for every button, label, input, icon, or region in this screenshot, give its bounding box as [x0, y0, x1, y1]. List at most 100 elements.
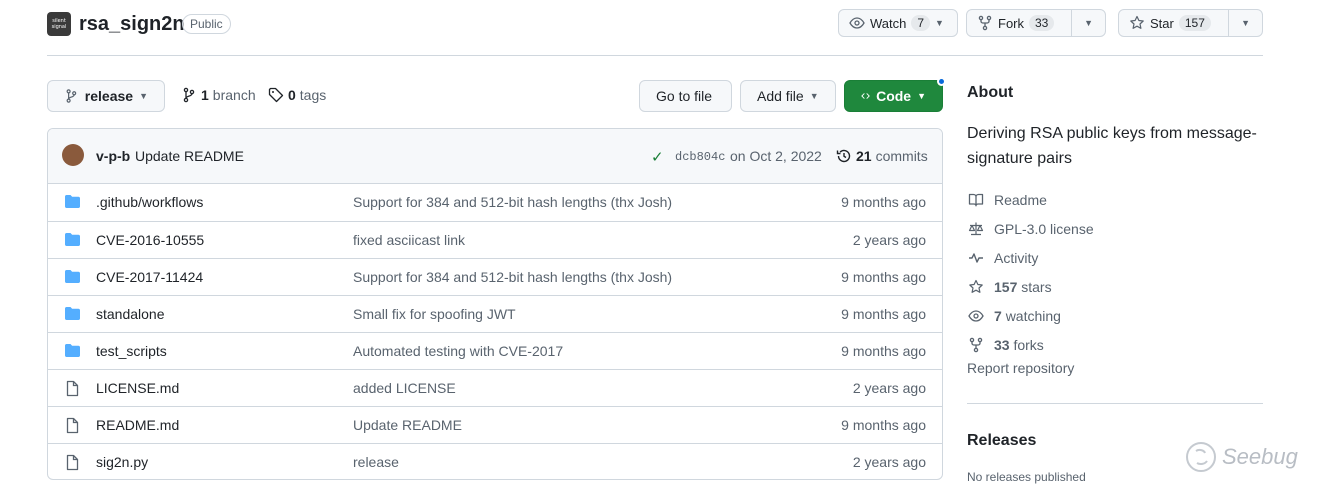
about-item-count: 157: [994, 278, 1018, 295]
about-item-text: forks: [1013, 336, 1044, 353]
file-commit-age: 9 months ago: [841, 269, 926, 285]
file-name-link[interactable]: CVE-2017-11424: [96, 269, 203, 285]
report-repository-link[interactable]: Report repository: [967, 360, 1074, 376]
commits-label: commits: [875, 148, 928, 164]
go-to-file-button[interactable]: Go to file: [639, 80, 732, 112]
file-browser: v-p-b Update README ✓ dcb804c on Oct 2, …: [47, 128, 943, 480]
no-releases-text: No releases published: [967, 470, 1086, 484]
fork-icon: [967, 337, 984, 353]
watch-button[interactable]: Watch 7 ▼: [838, 9, 958, 37]
repo-name-link[interactable]: rsa_sign2n: [79, 13, 185, 36]
branches-count: 1: [201, 87, 209, 103]
divider: [967, 403, 1263, 404]
file-name-link[interactable]: CVE-2016-10555: [96, 232, 204, 248]
star-icon: [967, 279, 984, 295]
file-icon-wrap: [64, 454, 81, 471]
folder-icon-wrap: [64, 306, 81, 321]
table-row: standalone Small fix for spoofing JWT 9 mo…: [48, 295, 942, 332]
about-item-text: Activity: [994, 249, 1039, 266]
code-button[interactable]: Code ▼: [844, 80, 943, 112]
about-links: Readme GPL-3.0 license Activity 157 stars 7 …: [967, 185, 1094, 359]
file-name-link[interactable]: .github/workflows: [96, 194, 203, 210]
file-name-link[interactable]: sig2n.py: [96, 454, 148, 470]
commit-hash[interactable]: dcb804c: [675, 150, 725, 164]
table-row: README.md Update README 9 months ago: [48, 406, 942, 443]
file-commit-message[interactable]: Automated testing with CVE-2017: [353, 343, 563, 359]
file-commit-message[interactable]: release: [353, 454, 399, 470]
repo-owner-avatar[interactable]: silent signal: [47, 12, 71, 36]
file-icon: [66, 417, 79, 434]
about-item-pulse[interactable]: Activity: [967, 243, 1094, 272]
fork-count: 33: [1029, 15, 1055, 31]
file-list: .github/workflows Support for 384 and 512…: [48, 184, 942, 479]
file-name-link[interactable]: test_scripts: [96, 343, 167, 359]
fork-label: Fork: [998, 15, 1024, 31]
check-icon[interactable]: ✓: [651, 148, 664, 166]
branch-name: release: [84, 88, 134, 104]
branch-select-button[interactable]: release ▼: [47, 80, 165, 112]
add-file-button[interactable]: Add file ▼: [740, 80, 836, 112]
folder-icon: [65, 270, 80, 283]
file-name-link[interactable]: standalone: [96, 306, 165, 322]
folder-icon-wrap: [64, 232, 81, 247]
branches-link[interactable]: 1 branch: [181, 87, 256, 103]
about-item-text: GPL-3.0 license: [994, 220, 1094, 237]
file-commit-age: 9 months ago: [841, 343, 926, 359]
file-commit-message[interactable]: Update README: [353, 417, 462, 433]
about-item-law[interactable]: GPL-3.0 license: [967, 214, 1094, 243]
add-file-label: Add file: [757, 88, 804, 104]
about-item-label: Readme: [994, 192, 1047, 208]
table-row: CVE-2016-10555 fixed asciicast link 2 year…: [48, 221, 942, 258]
fork-dropdown-button[interactable]: ▼: [1071, 10, 1105, 36]
table-row: sig2n.py release 2 years ago: [48, 443, 942, 479]
commits-link[interactable]: 21 commits: [836, 148, 928, 164]
commit-author[interactable]: v-p-b: [96, 148, 130, 164]
code-icon: [861, 93, 870, 99]
file-name-link[interactable]: README.md: [96, 417, 179, 433]
watch-count: 7: [911, 15, 931, 31]
star-dropdown-button[interactable]: ▼: [1228, 10, 1262, 36]
file-commit-message[interactable]: added LICENSE: [353, 380, 456, 396]
table-row: test_scripts Automated testing with CVE-2…: [48, 332, 942, 369]
about-item-text: stars: [1021, 278, 1052, 295]
file-icon-wrap: [64, 380, 81, 397]
about-item-eye[interactable]: 7 watching: [967, 301, 1094, 330]
folder-icon: [65, 307, 80, 320]
star-count: 157: [1178, 15, 1211, 31]
folder-icon-wrap: [64, 194, 81, 209]
file-commit-message[interactable]: Support for 384 and 512-bit hash lengths…: [353, 269, 672, 285]
about-item-label: 33 forks: [994, 337, 1044, 353]
commits-count: 21: [856, 148, 872, 164]
star-button[interactable]: Star 157: [1119, 10, 1228, 36]
file-commit-message[interactable]: Support for 384 and 512-bit hash lengths…: [353, 194, 672, 210]
about-item-star[interactable]: 157 stars: [967, 272, 1094, 301]
fork-button[interactable]: Fork 33: [967, 10, 1071, 36]
file-commit-message[interactable]: fixed asciicast link: [353, 232, 465, 248]
fork-button-group: Fork 33 ▼: [966, 9, 1106, 37]
chevron-down-icon: ▼: [809, 91, 819, 101]
file-name-link[interactable]: LICENSE.md: [96, 380, 179, 396]
about-item-text: Readme: [994, 191, 1047, 208]
avatar[interactable]: [62, 144, 84, 166]
commit-message[interactable]: Update README: [135, 148, 244, 164]
about-item-book[interactable]: Readme: [967, 185, 1094, 214]
file-commit-message[interactable]: Small fix for spoofing JWT: [353, 306, 516, 322]
file-commit-age: 2 years ago: [852, 454, 926, 470]
file-icon: [66, 380, 79, 397]
about-item-label: Activity: [994, 250, 1038, 266]
table-row: CVE-2017-11424 Support for 384 and 512-bi…: [48, 258, 942, 295]
tag-icon: [268, 87, 284, 103]
releases-heading[interactable]: Releases: [967, 432, 1036, 450]
tags-link[interactable]: 0 tags: [268, 87, 326, 103]
about-item-fork[interactable]: 33 forks: [967, 330, 1094, 359]
chevron-down-icon: ▼: [917, 91, 926, 101]
file-commit-age: 9 months ago: [841, 417, 926, 433]
tags-label: tags: [299, 87, 327, 103]
visibility-badge: Public: [182, 14, 231, 34]
fork-icon: [978, 15, 992, 31]
file-commit-age: 9 months ago: [841, 194, 926, 210]
about-item-label: 7 watching: [994, 308, 1061, 324]
folder-icon-wrap: [64, 343, 81, 358]
star-label: Star: [1150, 15, 1174, 31]
go-to-file-label: Go to file: [656, 88, 713, 104]
